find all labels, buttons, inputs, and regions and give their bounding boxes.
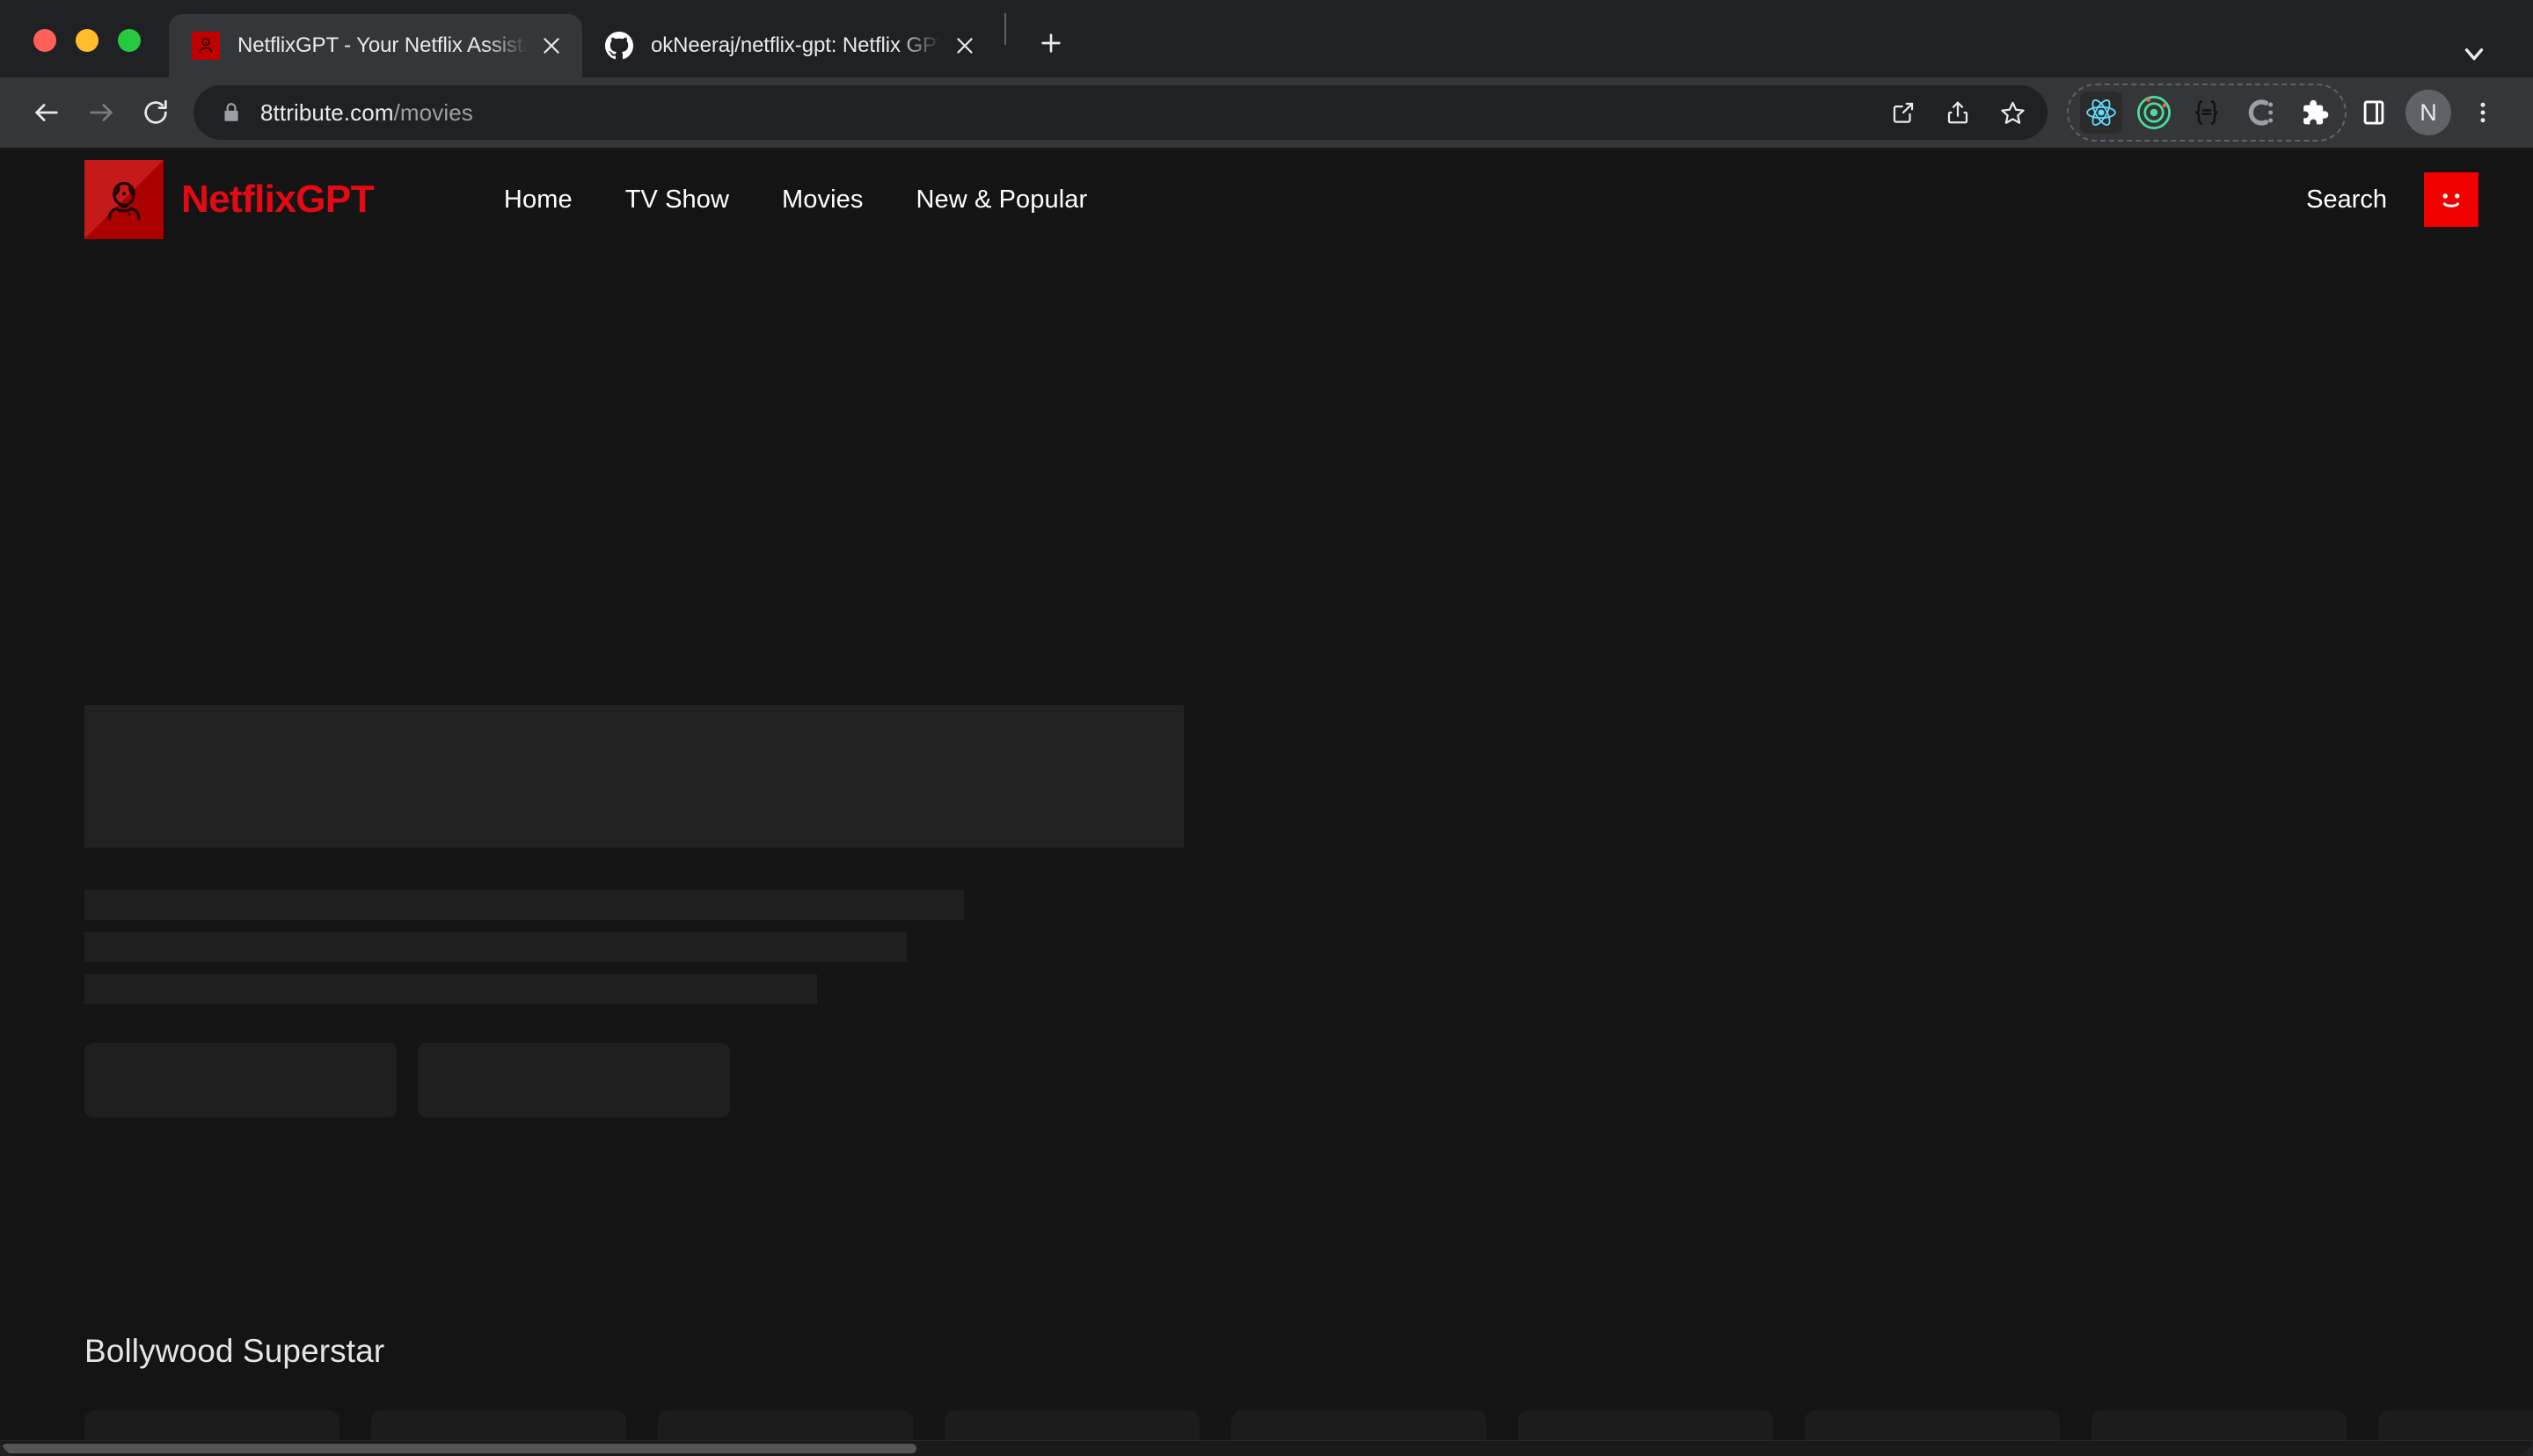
address-bar[interactable]: 8ttribute.com/movies [193,85,2048,140]
extensions-group [2067,84,2347,142]
react-devtools-icon[interactable] [2076,87,2127,138]
address-bar-text: 8ttribute.com/movies [260,99,1877,127]
horizontal-scrollbar[interactable] [0,1440,2533,1456]
tab-close-button[interactable] [946,27,983,64]
nav-item-new-popular[interactable]: New & Popular [916,186,1088,215]
back-arrow-icon[interactable] [19,85,74,140]
reload-icon[interactable] [128,85,183,140]
nav-item-tv-show[interactable]: TV Show [625,186,729,215]
hero-skeleton-line [84,974,817,1004]
profile-avatar-initial: N [2405,90,2451,135]
tab-title: NetflixGPT - Your Netflix Assistant [237,33,528,58]
omnibox-actions [1877,86,2039,139]
three-dot-menu-icon[interactable] [2456,85,2510,140]
orbit-target-icon[interactable] [2128,87,2179,138]
hero-skeleton-line [84,890,964,920]
bookmark-star-icon[interactable] [1986,86,2039,139]
netflix-gpt-favicon [192,32,220,60]
hero-skeleton-button [418,1043,730,1117]
page-viewport: NetflixGPT Home TV Show Movies New & Pop… [0,148,2533,1456]
maximize-window-button[interactable] [118,29,141,52]
section-title: Bollywood Superstar [0,1333,2533,1370]
brand[interactable]: NetflixGPT [84,160,374,239]
url-host: 8ttribute.com [260,99,394,126]
lock-icon [216,101,246,124]
hero-skeleton [84,705,1184,1117]
hero-skeleton-button [84,1043,397,1117]
netflix-gpt-logo-icon [84,160,164,239]
clerk-icon[interactable] [2234,87,2285,138]
tab-separator [1004,13,1006,45]
new-tab-button[interactable] [1027,19,1075,67]
nav-item-movies[interactable]: Movies [782,186,863,215]
horizontal-scrollbar-thumb[interactable] [2,1444,916,1453]
header-right: Search [2306,172,2478,227]
tab-close-button[interactable] [533,27,570,64]
open-in-new-icon[interactable] [1877,86,1930,139]
share-icon[interactable] [1931,86,1984,139]
profile-avatar[interactable]: N [2401,85,2456,140]
close-window-button[interactable] [33,29,56,52]
tab-strip: NetflixGPT - Your Netflix Assistant okNe… [0,0,2533,77]
github-favicon [605,32,633,60]
forward-arrow-icon [74,85,128,140]
browser-window: NetflixGPT - Your Netflix Assistant okNe… [0,0,2533,1456]
site-nav: Home TV Show Movies New & Popular [504,186,1087,215]
site-header: NetflixGPT Home TV Show Movies New & Pop… [0,148,2533,251]
smiley-face-avatar-icon[interactable] [2424,172,2478,227]
side-panel-icon[interactable] [2347,85,2401,140]
nav-item-home[interactable]: Home [504,186,573,215]
browser-toolbar: 8ttribute.com/movies [0,77,2533,148]
tabs-container: NetflixGPT - Your Netflix Assistant okNe… [169,0,1075,77]
hero-skeleton-buttons [84,1043,1184,1117]
hero-skeleton-title-block [84,705,1184,848]
window-controls [33,29,141,52]
puzzle-piece-icon[interactable] [2287,87,2338,138]
url-path: /movies [394,99,473,126]
browser-tab-netflixgpt[interactable]: NetflixGPT - Your Netflix Assistant [169,14,582,77]
braces-icon[interactable] [2181,87,2232,138]
search-button[interactable]: Search [2306,186,2387,215]
chevron-down-icon[interactable] [2452,32,2496,76]
minimize-window-button[interactable] [76,29,99,52]
brand-name: NetflixGPT [181,178,374,222]
browser-tab-github[interactable]: okNeeraj/netflix-gpt: Netflix GPT [582,14,996,77]
tab-title: okNeeraj/netflix-gpt: Netflix GPT [651,33,941,58]
hero-skeleton-line [84,932,907,962]
movie-section-bollywood-superstar: Bollywood Superstar [0,1333,2533,1456]
